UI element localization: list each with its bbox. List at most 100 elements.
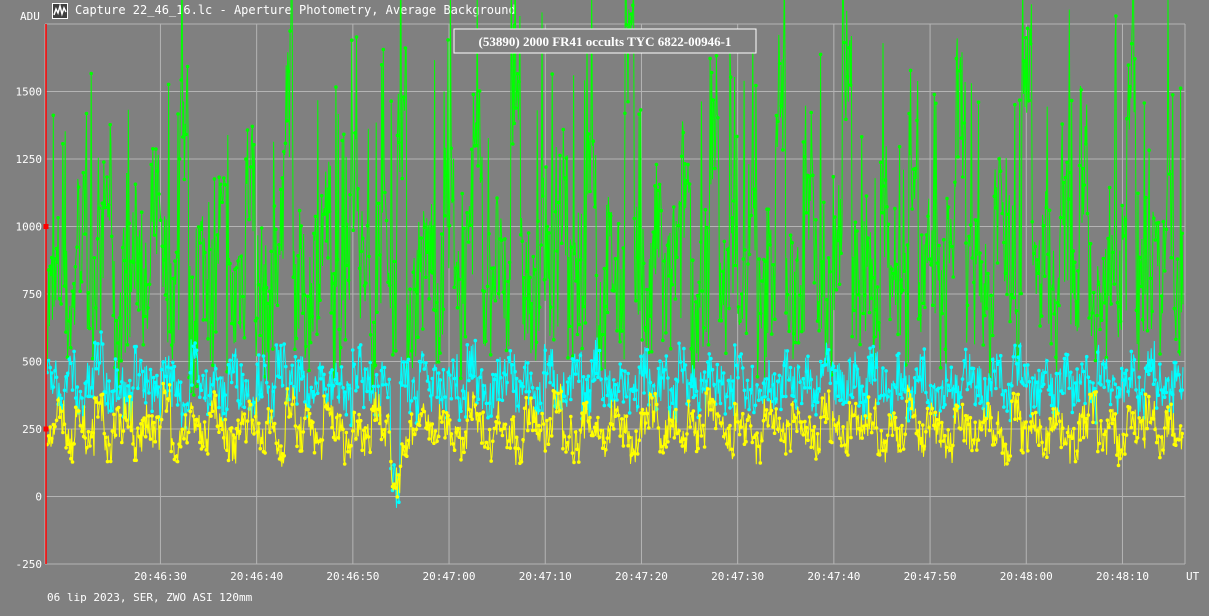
data-point [317, 366, 322, 370]
data-point [837, 282, 842, 287]
data-point [137, 434, 142, 439]
data-point [327, 407, 331, 411]
data-point [131, 442, 135, 446]
data-point [1153, 427, 1157, 432]
data-point [84, 111, 89, 116]
data-point [503, 422, 508, 427]
data-point [694, 389, 699, 394]
data-point [343, 338, 348, 342]
data-point [105, 459, 110, 464]
data-point [48, 264, 52, 269]
data-point [675, 378, 680, 383]
data-point [1123, 452, 1127, 456]
data-point [766, 397, 770, 402]
data-point [132, 260, 136, 265]
data-point [524, 389, 528, 394]
data-point [341, 427, 345, 432]
data-point [473, 338, 478, 343]
data-point [204, 448, 208, 452]
data-point [351, 228, 356, 232]
data-point [761, 418, 766, 423]
data-point [322, 372, 326, 377]
data-point [602, 403, 607, 408]
data-point [626, 99, 630, 104]
data-point [108, 122, 112, 127]
data-point [446, 413, 451, 418]
data-point [725, 247, 730, 252]
data-point [670, 282, 674, 287]
data-point [748, 387, 753, 392]
data-point [145, 424, 150, 429]
data-point [268, 430, 272, 435]
data-point [46, 434, 51, 438]
light-curve-chart[interactable]: ADU UT -2500250500750100012501500 20:46:… [0, 0, 1209, 616]
data-point [1064, 441, 1068, 446]
data-point [850, 334, 854, 339]
data-point [1144, 195, 1148, 200]
data-point [578, 258, 583, 262]
data-point [312, 231, 316, 236]
data-point [549, 363, 554, 367]
data-point [990, 333, 995, 338]
data-point [366, 435, 371, 439]
data-point [755, 383, 759, 387]
data-point [241, 294, 245, 299]
data-point [303, 400, 307, 404]
data-point [752, 187, 757, 191]
data-point [241, 372, 245, 377]
data-point [812, 281, 817, 285]
data-point [301, 430, 306, 434]
data-point [260, 395, 264, 399]
data-point [191, 344, 196, 349]
data-point [739, 425, 743, 429]
data-point [56, 216, 60, 220]
data-point [640, 407, 645, 412]
data-point [987, 377, 992, 382]
data-point [882, 393, 887, 397]
data-point [705, 360, 710, 364]
data-point [1011, 391, 1016, 396]
data-point [979, 427, 984, 432]
data-point [533, 268, 537, 272]
data-point [577, 322, 581, 327]
data-point [190, 405, 194, 410]
data-point [57, 393, 62, 397]
x-tick-label: 20:47:20 [615, 570, 668, 583]
data-point [960, 402, 965, 407]
data-point [374, 417, 379, 422]
data-point [880, 210, 884, 215]
data-point [607, 428, 611, 432]
data-point [250, 124, 255, 129]
data-point [683, 162, 687, 166]
data-point [88, 394, 92, 399]
data-point [371, 384, 376, 389]
data-point [229, 380, 234, 385]
data-point [460, 389, 465, 393]
data-point [250, 418, 255, 423]
data-point [239, 363, 243, 367]
data-point [85, 446, 89, 450]
data-point [479, 368, 484, 372]
data-point [293, 355, 298, 359]
data-point [1090, 311, 1094, 315]
data-point [873, 378, 877, 382]
data-point [106, 203, 111, 207]
data-point [499, 375, 503, 380]
data-point [747, 252, 752, 257]
x-tick-label: 20:46:50 [326, 570, 379, 583]
data-point [456, 396, 460, 400]
data-point [879, 393, 884, 398]
data-point [719, 318, 723, 323]
data-point [202, 396, 207, 400]
data-point [1154, 440, 1159, 445]
data-point [940, 385, 944, 390]
data-point [878, 160, 883, 165]
data-point [277, 243, 281, 247]
data-point [893, 415, 898, 420]
data-point [663, 368, 667, 372]
data-point [793, 415, 798, 420]
data-point [1111, 417, 1116, 422]
data-point [50, 371, 54, 375]
data-point [949, 365, 954, 370]
data-point [416, 335, 420, 340]
